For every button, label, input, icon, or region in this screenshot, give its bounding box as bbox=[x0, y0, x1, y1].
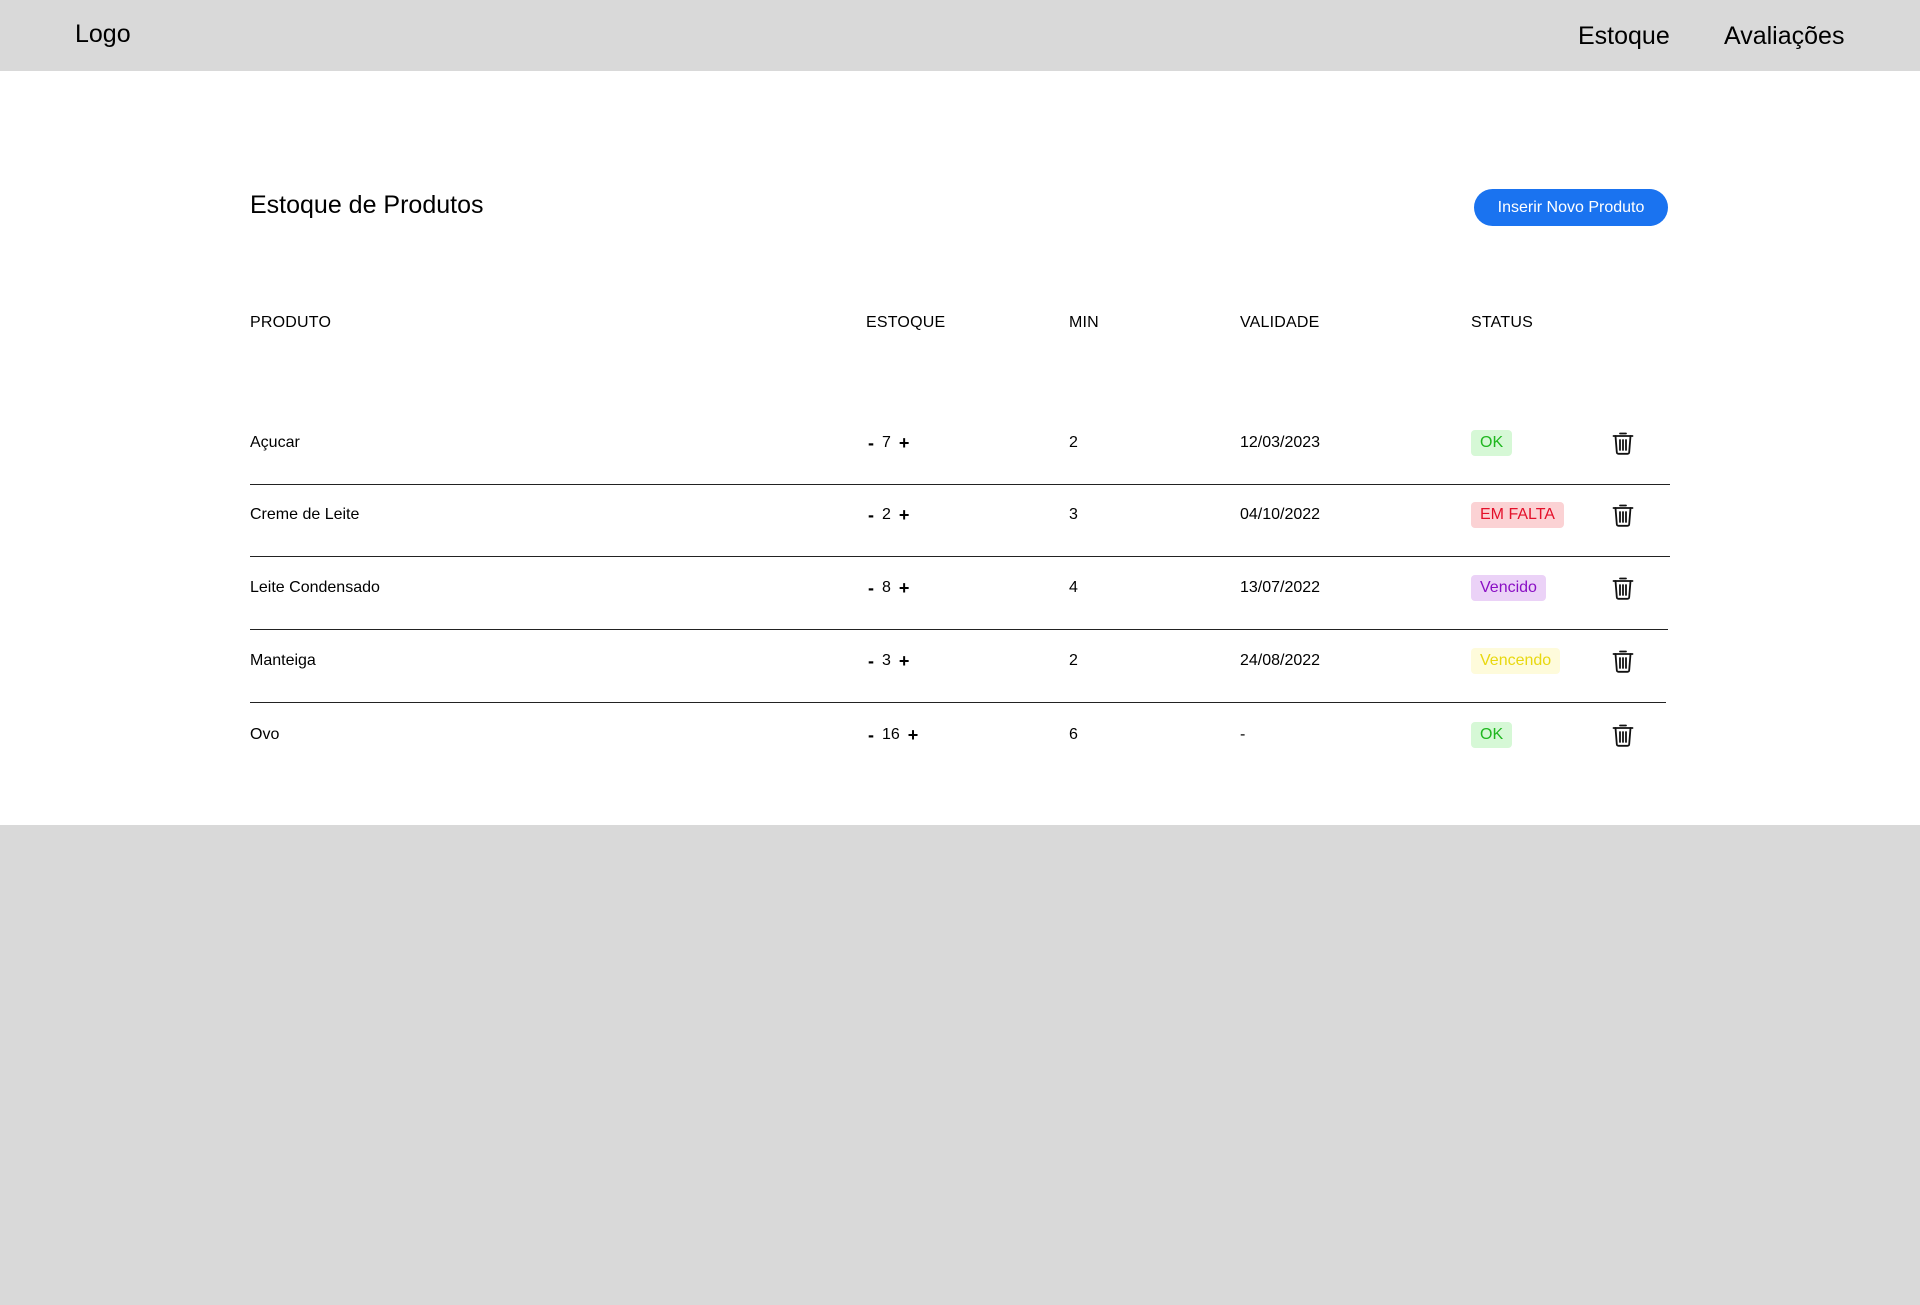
increment-button[interactable]: + bbox=[906, 726, 921, 744]
stock-stepper: - 16 + bbox=[866, 705, 920, 765]
stock-quantity: 16 bbox=[882, 726, 900, 743]
status-badge: OK bbox=[1471, 430, 1513, 456]
min-value: 3 bbox=[1069, 506, 1078, 523]
min-value: 2 bbox=[1069, 434, 1078, 451]
status-badge: Vencendo bbox=[1471, 648, 1561, 674]
expiry-date: 13/07/2022 bbox=[1240, 579, 1321, 596]
product-name: Manteiga bbox=[250, 652, 316, 669]
product-name: Leite Condensado bbox=[250, 579, 380, 596]
add-product-button[interactable]: Inserir Novo Produto bbox=[1474, 189, 1668, 226]
page-title: Estoque de Produtos bbox=[250, 191, 484, 219]
top-bar: Logo Estoque Avaliações bbox=[0, 0, 1920, 71]
column-header-validade: VALIDADE bbox=[1240, 314, 1320, 331]
stock-stepper: - 8 + bbox=[866, 558, 911, 618]
decrement-button[interactable]: - bbox=[866, 726, 876, 744]
trash-icon bbox=[1612, 577, 1634, 600]
stock-quantity: 7 bbox=[882, 434, 891, 451]
decrement-button[interactable]: - bbox=[866, 652, 876, 670]
increment-button[interactable]: + bbox=[897, 506, 912, 524]
column-header-status: STATUS bbox=[1471, 314, 1533, 331]
status-badge: OK bbox=[1471, 722, 1513, 748]
trash-icon bbox=[1612, 432, 1634, 455]
status-cell: OK bbox=[1471, 705, 1513, 765]
delete-button[interactable] bbox=[1610, 647, 1636, 675]
nav-link-avaliacoes[interactable]: Avaliações bbox=[1724, 20, 1844, 52]
delete-cell bbox=[1610, 558, 1636, 618]
increment-button[interactable]: + bbox=[897, 579, 912, 597]
column-header-estoque: ESTOQUE bbox=[866, 314, 946, 331]
table-row: Açucar - 7 + 2 12/03/2023 OK bbox=[250, 413, 1670, 485]
min-value: 2 bbox=[1069, 652, 1078, 669]
expiry-date: 04/10/2022 bbox=[1240, 506, 1321, 523]
increment-button[interactable]: + bbox=[897, 652, 912, 670]
trash-icon bbox=[1612, 724, 1634, 747]
delete-cell bbox=[1610, 413, 1636, 473]
delete-cell bbox=[1610, 485, 1636, 545]
status-cell: Vencido bbox=[1471, 558, 1546, 618]
stock-quantity: 8 bbox=[882, 579, 891, 596]
logo[interactable]: Logo bbox=[75, 18, 131, 50]
expiry-date: 24/08/2022 bbox=[1240, 652, 1321, 669]
delete-cell bbox=[1610, 631, 1636, 691]
decrement-button[interactable]: - bbox=[866, 434, 876, 452]
row-divider bbox=[250, 629, 1668, 630]
table-row: Creme de Leite - 2 + 3 04/10/2022 EM FAL… bbox=[250, 485, 1670, 557]
decrement-button[interactable]: - bbox=[866, 579, 876, 597]
stock-quantity: 3 bbox=[882, 652, 891, 669]
delete-button[interactable] bbox=[1610, 501, 1636, 529]
stock-stepper: - 2 + bbox=[866, 485, 911, 545]
delete-cell bbox=[1610, 705, 1636, 765]
table-row: Leite Condensado - 8 + 4 13/07/2022 Venc… bbox=[250, 558, 1670, 630]
product-name: Creme de Leite bbox=[250, 506, 360, 523]
decrement-button[interactable]: - bbox=[866, 506, 876, 524]
delete-button[interactable] bbox=[1610, 429, 1636, 457]
min-value: 4 bbox=[1069, 579, 1078, 596]
trash-icon bbox=[1612, 504, 1634, 527]
row-divider bbox=[250, 702, 1666, 703]
product-name: Ovo bbox=[250, 726, 280, 743]
table-row: Ovo - 16 + 6 - OK bbox=[250, 705, 1670, 777]
column-header-min: MIN bbox=[1069, 314, 1099, 331]
product-name: Açucar bbox=[250, 434, 300, 451]
status-badge: EM FALTA bbox=[1471, 502, 1564, 528]
stock-quantity: 2 bbox=[882, 506, 891, 523]
increment-button[interactable]: + bbox=[897, 434, 912, 452]
delete-button[interactable] bbox=[1610, 574, 1636, 602]
row-divider bbox=[250, 556, 1670, 557]
stock-stepper: - 7 + bbox=[866, 413, 911, 473]
expiry-date: - bbox=[1240, 726, 1246, 743]
main-panel: Estoque de Produtos Inserir Novo Produto… bbox=[0, 71, 1920, 825]
trash-icon bbox=[1612, 650, 1634, 673]
status-cell: OK bbox=[1471, 413, 1513, 473]
stock-stepper: - 3 + bbox=[866, 631, 911, 691]
nav-link-estoque[interactable]: Estoque bbox=[1578, 20, 1670, 52]
min-value: 6 bbox=[1069, 726, 1078, 743]
status-cell: Vencendo bbox=[1471, 631, 1561, 691]
expiry-date: 12/03/2023 bbox=[1240, 434, 1321, 451]
status-badge: Vencido bbox=[1471, 575, 1546, 601]
status-cell: EM FALTA bbox=[1471, 485, 1564, 545]
table-row: Manteiga - 3 + 2 24/08/2022 Vencendo bbox=[250, 631, 1670, 703]
delete-button[interactable] bbox=[1610, 721, 1636, 749]
column-header-produto: PRODUTO bbox=[250, 314, 332, 331]
